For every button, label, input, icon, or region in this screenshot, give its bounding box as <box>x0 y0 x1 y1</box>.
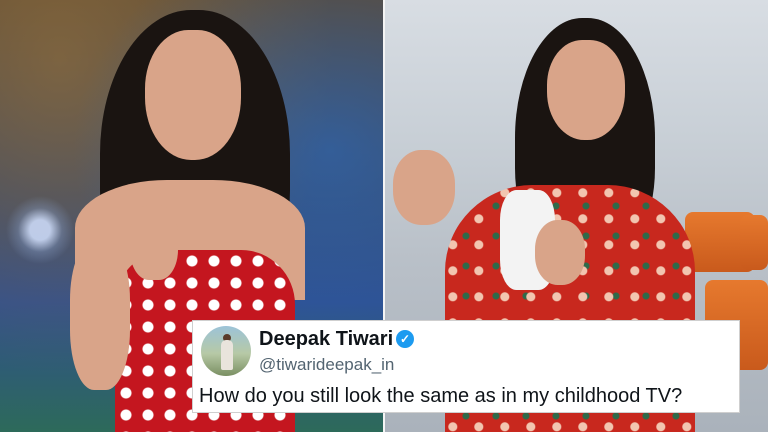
stadium-seat <box>740 215 768 270</box>
left-woman-arm <box>70 240 130 390</box>
verified-check-icon: ✓ <box>396 330 414 348</box>
right-woman-face <box>547 40 625 140</box>
avatar-figure-body <box>221 340 233 370</box>
tweet-author-handle[interactable]: @tiwarideepak_in <box>259 355 394 375</box>
left-woman-pointing-hand <box>130 205 178 280</box>
tweet-text: How do you still look the same as in my … <box>199 385 683 407</box>
tweet-card: Deepak Tiwari ✓ @tiwarideepak_in How do … <box>192 320 740 413</box>
right-woman-hand-left <box>393 150 455 225</box>
avatar[interactable] <box>201 326 251 376</box>
tweet-author-name[interactable]: Deepak Tiwari <box>259 327 393 351</box>
left-woman-face <box>145 30 241 160</box>
right-woman-hand-right <box>535 220 585 285</box>
